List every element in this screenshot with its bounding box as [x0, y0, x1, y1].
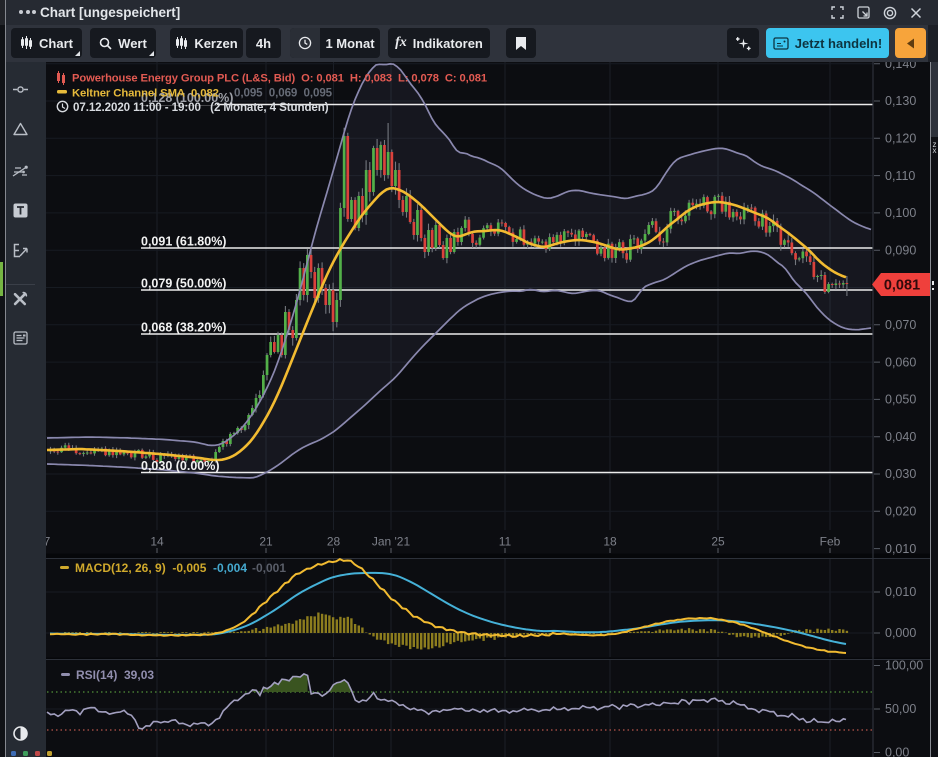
svg-text:Feb: Feb: [820, 535, 841, 549]
svg-text:0,120: 0,120: [885, 132, 916, 146]
svg-text:0,060: 0,060: [885, 355, 916, 369]
svg-text:Powerhouse Energy Group PLC (L: Powerhouse Energy Group PLC (L&S, Bid) O…: [72, 73, 487, 85]
svg-text:100,00: 100,00: [885, 659, 923, 673]
svg-text:18: 18: [603, 535, 617, 549]
svg-text:0,070: 0,070: [885, 318, 916, 332]
svg-text:0,130: 0,130: [885, 94, 916, 108]
svg-text:0,010: 0,010: [885, 585, 916, 599]
svg-text:0,110: 0,110: [885, 169, 915, 183]
svg-text:0,030 (0.00%): 0,030 (0.00%): [141, 459, 220, 473]
svg-text:21: 21: [259, 535, 273, 549]
svg-text:0,020: 0,020: [885, 505, 916, 519]
svg-text:0,000: 0,000: [885, 626, 916, 640]
svg-text:25: 25: [711, 535, 725, 549]
svg-text:Keltner Channel SMA 0,082: Keltner Channel SMA 0,082: [72, 88, 219, 100]
svg-text:0,00: 0,00: [885, 746, 909, 757]
svg-text:0,091 (61.80%): 0,091 (61.80%): [141, 235, 226, 249]
svg-text:0,068 (38.20%): 0,068 (38.20%): [141, 321, 226, 335]
svg-text:0,030: 0,030: [885, 467, 916, 481]
svg-text:0,081: 0,081: [884, 278, 920, 294]
svg-text:11: 11: [499, 535, 512, 549]
svg-text:-0,001: -0,001: [252, 561, 286, 575]
svg-text:-0,004: -0,004: [213, 561, 247, 575]
svg-text:0,090: 0,090: [885, 243, 916, 257]
svg-text:0,095 0,069 0,095: 0,095 0,069 0,095: [234, 87, 333, 100]
svg-text:0,040: 0,040: [885, 430, 916, 444]
svg-text:MACD(12, 26, 9) -0,005: MACD(12, 26, 9) -0,005: [75, 561, 207, 575]
svg-text:50,00: 50,00: [885, 702, 916, 716]
svg-text:Jan '21: Jan '21: [372, 535, 411, 549]
svg-text:0,050: 0,050: [885, 393, 916, 407]
svg-text:0,100: 0,100: [885, 206, 916, 220]
svg-text:RSI(14) 39,03: RSI(14) 39,03: [76, 668, 154, 682]
svg-text:28: 28: [327, 535, 341, 549]
svg-text:0,079 (50.00%): 0,079 (50.00%): [141, 277, 226, 291]
svg-text:0,010: 0,010: [885, 542, 916, 556]
svg-text:07.12.2020 11:00 - 19:00 (2: 07.12.2020 11:00 - 19:00 (2 Monate, 4 St…: [73, 101, 329, 114]
svg-text:14: 14: [150, 535, 164, 549]
